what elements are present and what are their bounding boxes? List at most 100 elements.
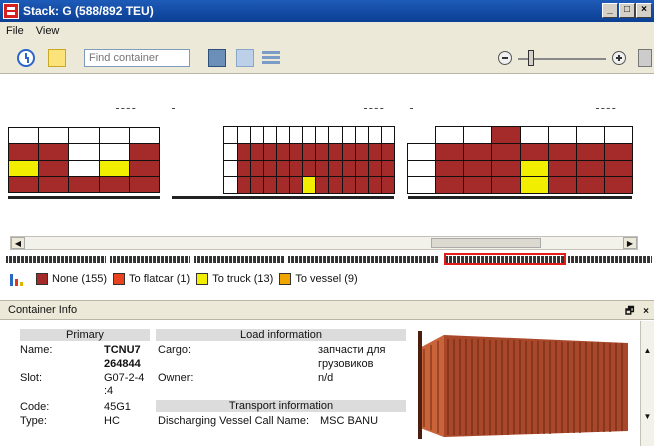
container-slot[interactable] [367, 142, 382, 161]
zoom-in-icon[interactable] [612, 51, 626, 65]
container-slot[interactable] [275, 126, 291, 144]
list-view-icon[interactable] [262, 49, 280, 67]
container-slot[interactable] [236, 176, 251, 194]
container-slot[interactable] [519, 176, 549, 194]
container-slot[interactable] [354, 159, 369, 178]
container-stack[interactable] [7, 126, 161, 194]
container-slot[interactable] [367, 159, 382, 178]
container-slot[interactable] [328, 176, 343, 194]
container-slot[interactable] [367, 126, 382, 144]
clock-icon[interactable] [17, 49, 35, 67]
container-slot[interactable] [315, 176, 330, 194]
container-slot[interactable] [302, 142, 317, 161]
container-slot[interactable] [328, 159, 343, 178]
container-slot[interactable] [223, 176, 238, 194]
container-slot[interactable] [435, 159, 465, 178]
container-slot[interactable] [519, 126, 549, 144]
container-slot[interactable] [547, 159, 577, 178]
container-slot[interactable] [236, 142, 251, 161]
container-slot[interactable] [575, 142, 605, 161]
menu-file[interactable]: File [6, 25, 24, 37]
container-slot[interactable] [275, 142, 291, 161]
options-icon[interactable] [638, 49, 652, 67]
container-slot[interactable] [249, 176, 264, 194]
container-slot[interactable] [7, 126, 40, 145]
container-slot[interactable] [289, 176, 304, 194]
container-slot[interactable] [603, 126, 634, 144]
container-slot[interactable] [491, 159, 521, 178]
container-slot[interactable] [128, 159, 161, 177]
container-slot[interactable] [98, 143, 130, 161]
container-slot[interactable] [98, 126, 130, 145]
container-slot[interactable] [262, 159, 277, 178]
container-slot[interactable] [575, 159, 605, 178]
container-slot[interactable] [435, 176, 465, 194]
container-slot[interactable] [275, 176, 291, 194]
container-slot[interactable] [302, 176, 317, 194]
container-slot[interactable] [236, 126, 251, 144]
container-slot[interactable] [491, 176, 521, 194]
container-slot[interactable] [406, 159, 437, 178]
container-slot[interactable] [38, 159, 70, 177]
scroll-left-icon[interactable]: ◀ [11, 237, 25, 249]
container-slot[interactable] [341, 159, 356, 178]
container-slot[interactable] [380, 142, 396, 161]
panel-controls[interactable]: 🗗 × [625, 304, 652, 321]
container-slot[interactable] [7, 175, 40, 194]
container-slot[interactable] [519, 142, 549, 161]
info-vertical-scrollbar[interactable]: ▲ ▼ [640, 321, 654, 446]
container-slot[interactable] [575, 176, 605, 194]
container-slot[interactable] [262, 176, 277, 194]
container-slot[interactable] [547, 142, 577, 161]
overview-viewport[interactable] [444, 253, 566, 265]
stack-canvas[interactable]: ━ ━ ━ ━ ━ ━ ━ ━ ━ ━ ━ ━ ━ ━ [0, 75, 654, 235]
container-slot[interactable] [128, 126, 161, 145]
zoom-out-icon[interactable] [498, 51, 512, 65]
container-slot[interactable] [491, 142, 521, 161]
container-slot[interactable] [406, 142, 437, 161]
stack-overview-strip[interactable] [6, 253, 652, 265]
container-slot[interactable] [7, 143, 40, 161]
container-slot[interactable] [328, 126, 343, 144]
scroll-down-icon[interactable]: ▼ [641, 411, 654, 423]
container-slot[interactable] [341, 126, 356, 144]
3d-view-icon[interactable] [208, 49, 226, 67]
horizontal-scrollbar[interactable]: ◀ ▶ [10, 236, 638, 250]
container-slot[interactable] [435, 142, 465, 161]
container-slot[interactable] [223, 159, 238, 178]
container-stack[interactable] [406, 126, 634, 194]
container-slot[interactable] [547, 126, 577, 144]
container-slot[interactable] [603, 159, 634, 178]
container-slot[interactable] [341, 176, 356, 194]
container-slot[interactable] [354, 142, 369, 161]
note-icon[interactable] [48, 49, 66, 67]
container-slot[interactable] [38, 175, 70, 194]
container-slot[interactable] [223, 126, 238, 144]
container-slot[interactable] [380, 159, 396, 178]
container-slot[interactable] [380, 176, 396, 194]
container-slot[interactable] [38, 143, 70, 161]
close-button[interactable]: × [636, 3, 652, 18]
container-slot[interactable] [315, 126, 330, 144]
container-slot[interactable] [463, 142, 493, 161]
container-slot[interactable] [98, 175, 130, 194]
container-slot[interactable] [249, 159, 264, 178]
container-slot[interactable] [315, 159, 330, 178]
find-container-input[interactable] [84, 49, 190, 67]
container-slot[interactable] [128, 143, 161, 161]
container-slot[interactable] [275, 159, 291, 178]
container-slot[interactable] [98, 159, 130, 177]
minimize-button[interactable]: _ [602, 3, 618, 18]
container-stack[interactable] [172, 126, 396, 194]
container-slot[interactable] [575, 126, 605, 144]
container-slot[interactable] [223, 142, 238, 161]
container-slot[interactable] [262, 142, 277, 161]
container-slot[interactable] [463, 126, 493, 144]
container-slot[interactable] [128, 175, 161, 194]
container-slot[interactable] [38, 126, 70, 145]
container-slot[interactable] [547, 176, 577, 194]
container-slot[interactable] [354, 176, 369, 194]
zoom-slider-thumb[interactable] [528, 50, 534, 66]
container-slot[interactable] [491, 126, 521, 144]
container-slot[interactable] [406, 176, 437, 194]
